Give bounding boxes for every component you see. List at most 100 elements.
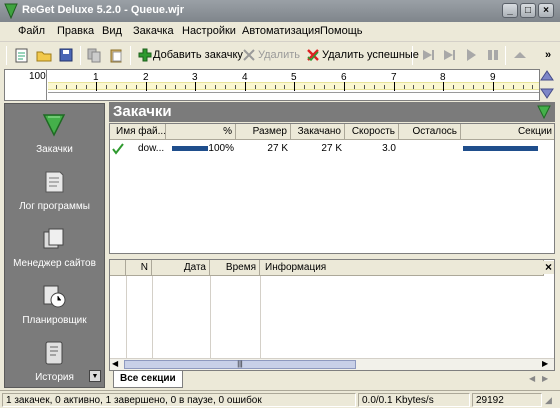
copy-icon[interactable] xyxy=(86,47,102,63)
site-manager-icon xyxy=(43,228,64,249)
ruler-minor-tick xyxy=(255,85,256,89)
ruler-minor-tick xyxy=(284,85,285,89)
download-name: dow... xyxy=(138,143,165,154)
ruler-minor-tick xyxy=(532,85,533,89)
menu-bar: Файл Правка Вид Закачка Настройки Автома… xyxy=(0,22,560,42)
downloads-icon xyxy=(42,114,66,137)
sidebar-dropdown-button[interactable]: ▼ xyxy=(89,370,101,382)
horizontal-scrollbar[interactable]: ◀ ||| ▶ xyxy=(110,358,554,370)
paste-icon[interactable] xyxy=(108,47,124,63)
open-folder-icon[interactable] xyxy=(36,47,52,63)
toolbar-separator xyxy=(505,46,506,65)
menu-view[interactable]: Вид xyxy=(102,25,122,37)
menu-edit[interactable]: Правка xyxy=(57,25,94,37)
column-remaining[interactable]: Осталось xyxy=(399,124,461,140)
scroll-right-icon[interactable]: ▶ xyxy=(542,359,548,368)
save-icon[interactable] xyxy=(58,47,74,63)
new-queue-icon[interactable] xyxy=(14,47,30,63)
menu-download[interactable]: Закачка xyxy=(133,25,174,37)
ruler-up-icon[interactable] xyxy=(540,70,554,82)
download-downloaded: 27 K xyxy=(321,143,342,154)
speed-ruler[interactable]: 100 123456789 xyxy=(4,69,540,101)
minimize-button[interactable]: _ xyxy=(502,3,518,18)
completed-check-icon xyxy=(112,143,124,155)
ruler-minor-tick xyxy=(374,85,375,89)
column-name[interactable]: Имя фай... xyxy=(110,124,166,140)
close-button[interactable]: × xyxy=(538,3,554,18)
column-time[interactable]: Время xyxy=(210,260,260,276)
ruler-minor-tick xyxy=(136,85,137,89)
move-up-icon[interactable] xyxy=(512,47,528,63)
log-col-divider xyxy=(210,276,211,358)
ruler-major-tick xyxy=(96,82,97,91)
delete-success-button[interactable]: Удалить успешные xyxy=(322,49,419,61)
ruler-minor-tick xyxy=(453,85,454,89)
download-speed: 3.0 xyxy=(382,143,396,154)
step-icon[interactable] xyxy=(441,47,457,63)
delete-success-icon[interactable] xyxy=(305,47,321,63)
ruler-minor-tick xyxy=(364,85,365,89)
delete-button[interactable]: Удалить xyxy=(258,49,300,61)
ruler-down-icon[interactable] xyxy=(540,87,554,99)
reget-logo-icon xyxy=(4,3,18,19)
download-progress-bar xyxy=(172,146,208,151)
toolbar: Добавить закачку Удалить Удалить успешны… xyxy=(0,43,560,68)
status-speed: 0.0/0.1 Kbytes/s xyxy=(358,393,470,407)
panel-title: Закачки xyxy=(113,103,172,120)
window-title: ReGet Deluxe 5.2.0 - Queue.wjr xyxy=(22,4,185,16)
tab-scroll-left-icon[interactable]: ◀ xyxy=(529,374,535,383)
pause-icon[interactable] xyxy=(485,47,501,63)
sidebar-item-site-manager[interactable]: Менеджер сайтов xyxy=(5,222,104,278)
column-blank[interactable] xyxy=(110,260,126,276)
ruler-minor-tick xyxy=(66,85,67,89)
column-percent[interactable]: % xyxy=(166,124,236,140)
ruler-minor-tick xyxy=(175,85,176,89)
scheduler-icon xyxy=(43,285,66,308)
start-icon[interactable] xyxy=(420,47,436,63)
ruler-minor-tick xyxy=(314,85,315,89)
table-row[interactable]: dow... 100% 27 K 27 K 3.0 xyxy=(110,141,554,157)
tab-scroll-right-icon[interactable]: ▶ xyxy=(542,374,548,383)
column-info[interactable]: Информация xyxy=(260,260,544,276)
ruler-minor-tick xyxy=(304,85,305,89)
play-icon[interactable] xyxy=(463,47,479,63)
ruler-minor-tick xyxy=(513,85,514,89)
menu-help[interactable]: Помощь xyxy=(320,25,363,37)
column-date[interactable]: Дата xyxy=(152,260,210,276)
ruler-minor-tick xyxy=(265,85,266,89)
scroll-thumb[interactable]: ||| xyxy=(124,360,356,369)
sidebar-item-scheduler[interactable]: Планировщик xyxy=(5,279,104,335)
panel-downloads-icon xyxy=(537,105,551,119)
ruler-minor-tick xyxy=(156,85,157,89)
resize-grip-icon[interactable]: ◢ xyxy=(545,395,552,406)
maximize-button[interactable]: □ xyxy=(520,3,536,18)
log-table: N Дата Время Информация × ◀ ||| ▶ xyxy=(109,259,555,371)
toolbar-grip xyxy=(6,46,7,65)
delete-icon[interactable] xyxy=(241,47,257,63)
column-number[interactable]: N xyxy=(126,260,152,276)
menu-automation[interactable]: Автоматизация xyxy=(242,25,320,37)
add-download-button[interactable]: Добавить закачку xyxy=(153,49,243,61)
ruler-major-tick xyxy=(344,82,345,91)
toolbar-overflow-button[interactable]: » xyxy=(545,49,551,61)
menu-settings[interactable]: Настройки xyxy=(182,25,236,37)
history-icon xyxy=(45,341,63,365)
column-size[interactable]: Размер xyxy=(236,124,291,140)
add-download-icon[interactable] xyxy=(137,47,153,63)
menu-file[interactable]: Файл xyxy=(18,25,45,37)
sidebar-item-log[interactable]: Лог программы xyxy=(5,165,104,221)
column-downloaded[interactable]: Закачано xyxy=(291,124,345,140)
downloads-table: Имя фай... % Размер Закачано Скорость Ос… xyxy=(109,123,555,254)
log-close-button[interactable]: × xyxy=(543,261,554,274)
download-sections-bar xyxy=(463,146,538,151)
toolbar-separator xyxy=(80,46,81,65)
column-sections[interactable]: Секции xyxy=(461,124,554,140)
download-percent: 100% xyxy=(208,143,234,154)
tab-all-sections[interactable]: Все секции xyxy=(113,371,183,388)
sidebar-item-downloads[interactable]: Закачки xyxy=(5,108,104,164)
ruler-minor-tick xyxy=(324,85,325,89)
ruler-minor-tick xyxy=(215,85,216,89)
column-speed[interactable]: Скорость xyxy=(345,124,399,140)
scroll-left-icon[interactable]: ◀ xyxy=(112,359,118,368)
download-size: 27 K xyxy=(267,143,288,154)
